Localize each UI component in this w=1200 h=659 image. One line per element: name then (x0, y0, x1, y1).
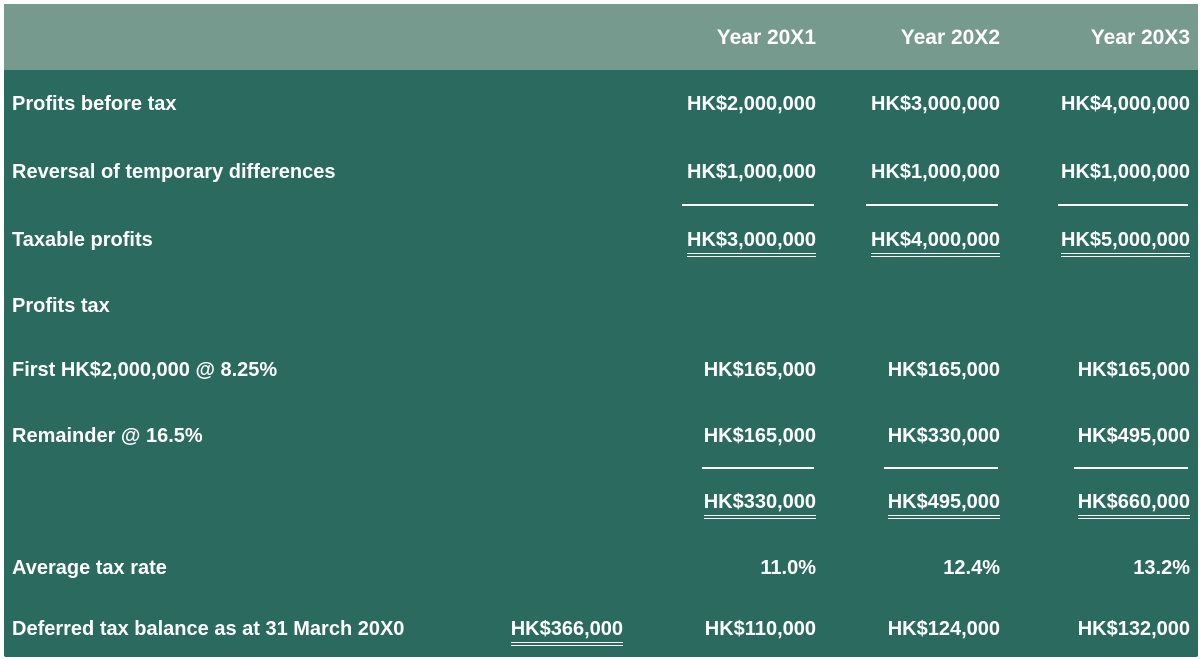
value-20x3: HK$5,000,000 (1061, 228, 1190, 257)
row-label: Reversal of temporary differences (12, 161, 336, 183)
value-20x1: 11.0% (760, 557, 816, 579)
row-label: Taxable profits (12, 229, 153, 251)
value-20x3: 13.2% (1133, 557, 1190, 579)
value-20x2: HK$330,000 (887, 425, 1000, 447)
value-20x1: HK$165,000 (703, 425, 816, 447)
value-20x3: HK$1,000,000 (1061, 161, 1190, 183)
subtotal-rule (1074, 467, 1188, 469)
value-20x1: HK$110,000 (704, 618, 816, 640)
value-20x3: HK$495,000 (1077, 425, 1190, 447)
value-20x2: HK$495,000 (887, 490, 1000, 519)
value-20x3: HK$165,000 (1077, 359, 1190, 381)
value-20x1: HK$330,000 (703, 490, 816, 519)
value-20x3: HK$4,000,000 (1061, 93, 1190, 115)
subtotal-rule (702, 467, 814, 469)
value-opening: HK$366,000 (510, 617, 623, 646)
value-20x2: 12.4% (943, 557, 1000, 579)
row-label: Remainder @ 16.5% (12, 425, 203, 447)
value-20x2: HK$1,000,000 (871, 161, 1000, 183)
value-20x1: HK$3,000,000 (687, 228, 816, 257)
value-20x3: HK$660,000 (1077, 490, 1190, 519)
value-20x1: HK$2,000,000 (687, 93, 816, 115)
header-year-20x3: Year 20X3 (1090, 26, 1190, 49)
value-20x3: HK$132,000 (1077, 618, 1190, 640)
value-20x1: HK$165,000 (703, 359, 816, 381)
subtotal-rule (884, 467, 998, 469)
header-year-20x2: Year 20X2 (900, 26, 1000, 49)
header-year-20x1: Year 20X1 (716, 26, 816, 49)
row-label: Profits before tax (12, 93, 177, 115)
row-label: Profits tax (12, 295, 110, 317)
subtotal-rule (1058, 204, 1188, 206)
value-20x2: HK$165,000 (887, 359, 1000, 381)
row-label: First HK$2,000,000 @ 8.25% (12, 359, 278, 381)
tax-table: Year 20X1 Year 20X2 Year 20X3 Profits be… (4, 4, 1198, 657)
value-20x2: HK$4,000,000 (871, 228, 1000, 257)
table-header: Year 20X1 Year 20X2 Year 20X3 (4, 4, 1198, 70)
row-label: Deferred tax balance as at 31 March 20X0 (12, 618, 405, 640)
row-label: Average tax rate (12, 557, 167, 579)
subtotal-rule (682, 204, 814, 206)
value-20x2: HK$124,000 (887, 618, 1000, 640)
value-20x2: HK$3,000,000 (871, 93, 1000, 115)
value-20x1: HK$1,000,000 (687, 161, 816, 183)
subtotal-rule (866, 204, 998, 206)
